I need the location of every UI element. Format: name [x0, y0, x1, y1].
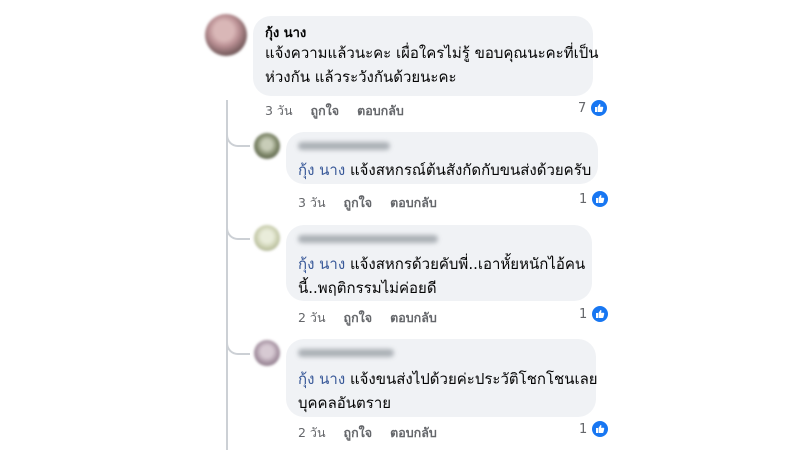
mention-link[interactable]: กุ้ง นาง — [298, 370, 345, 388]
reply-author-redacted[interactable] — [298, 142, 390, 150]
reply-button[interactable]: ตอบกลับ — [390, 423, 437, 443]
avatar[interactable] — [254, 340, 280, 366]
timestamp[interactable]: 3 วัน — [265, 101, 293, 121]
reply-meta: 3 วัน ถูกใจ ตอบกลับ — [298, 193, 455, 213]
reaction-count[interactable]: 1 — [579, 191, 609, 207]
avatar[interactable] — [205, 14, 247, 56]
reply-text-line: กุ้ง นาง แจ้งสหกรด้วยคับพี่..เอาหั้ยหนัก… — [298, 252, 585, 276]
reply-meta: 2 วัน ถูกใจ ตอบกลับ — [298, 308, 455, 328]
like-button[interactable]: ถูกใจ — [344, 308, 373, 328]
reply-text: แจ้งสหกรด้วยคับพี่..เอาหั้ยหนักไอ้คน — [345, 255, 586, 273]
reply-text-line: นี้..พฤติกรรมไม่ค่อยดี — [298, 279, 437, 297]
mention-link[interactable]: กุ้ง นาง — [298, 161, 345, 179]
reply-button[interactable]: ตอบกลับ — [390, 193, 437, 213]
reply-button[interactable]: ตอบกลับ — [357, 101, 404, 121]
thread-branch — [226, 220, 250, 240]
reply-meta: 2 วัน ถูกใจ ตอบกลับ — [298, 423, 455, 443]
thread-branch — [226, 127, 250, 147]
like-button[interactable]: ถูกใจ — [311, 101, 340, 121]
thread-branch — [226, 335, 250, 355]
comment-author[interactable]: กุ้ง นาง — [265, 22, 306, 43]
reaction-count[interactable]: 1 — [579, 306, 609, 322]
reply-text: แจ้งสหกรณ์ต้นสังกัดกับขนส่งด้วยครับ — [345, 161, 592, 179]
like-thumb-icon — [592, 191, 609, 207]
reply-text-line: กุ้ง นาง แจ้งสหกรณ์ต้นสังกัดกับขนส่งด้วย… — [298, 158, 591, 182]
like-thumb-icon — [592, 306, 609, 322]
reply-button[interactable]: ตอบกลับ — [390, 308, 437, 328]
reaction-count[interactable]: 7 — [578, 100, 608, 116]
like-thumb-icon — [591, 100, 608, 116]
reaction-number: 1 — [579, 421, 588, 437]
comment-text-line: แจ้งความแล้วนะคะ เผื่อใครไม่รู้ ขอบคุณนะ… — [265, 44, 599, 62]
reaction-number: 1 — [579, 191, 588, 207]
avatar[interactable] — [254, 225, 280, 251]
avatar[interactable] — [254, 133, 280, 159]
thread-line — [226, 100, 228, 450]
reaction-number: 1 — [579, 306, 588, 322]
like-button[interactable]: ถูกใจ — [344, 193, 373, 213]
reply-text-line: กุ้ง นาง แจ้งขนส่งไปด้วยค่ะประวัติโชกโชน… — [298, 367, 598, 391]
like-thumb-icon — [592, 421, 609, 437]
timestamp[interactable]: 2 วัน — [298, 308, 326, 328]
mention-link[interactable]: กุ้ง นาง — [298, 255, 345, 273]
timestamp[interactable]: 2 วัน — [298, 423, 326, 443]
reaction-number: 7 — [578, 100, 587, 116]
like-button[interactable]: ถูกใจ — [344, 423, 373, 443]
reply-text-line: บุคคลอันตราย — [298, 394, 392, 412]
timestamp[interactable]: 3 วัน — [298, 193, 326, 213]
comment-meta: 3 วัน ถูกใจ ตอบกลับ — [265, 101, 422, 121]
reply-author-redacted[interactable] — [298, 235, 438, 243]
reply-text: แจ้งขนส่งไปด้วยค่ะประวัติโชกโชนเลย — [345, 370, 598, 388]
reply-author-redacted[interactable] — [298, 349, 394, 357]
comment-text-line: ห่วงกัน แล้วระวังกันด้วยนะคะ — [265, 68, 457, 86]
reaction-count[interactable]: 1 — [579, 421, 609, 437]
